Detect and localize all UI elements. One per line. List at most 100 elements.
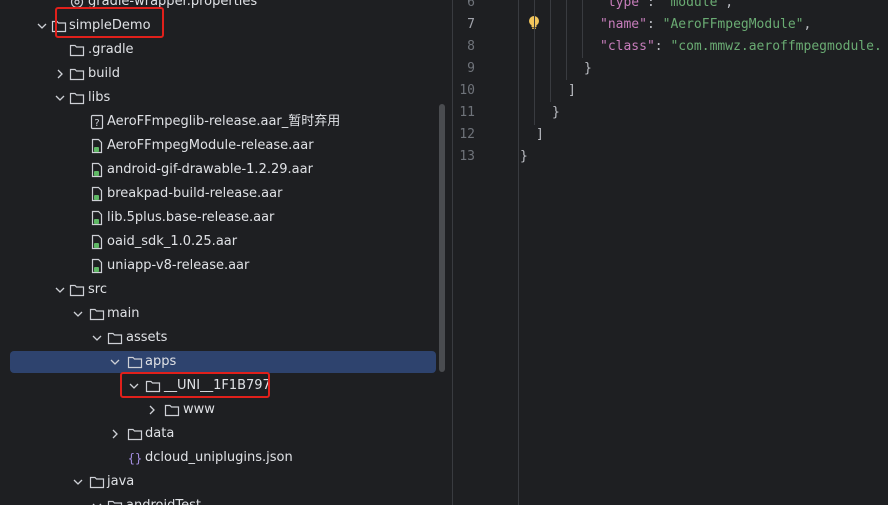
tree-scrollbar[interactable] — [439, 104, 445, 372]
tree-item-label: src — [88, 282, 107, 297]
archive-file-icon — [89, 234, 105, 250]
folder-icon — [69, 42, 85, 58]
indent-guide — [518, 165, 519, 505]
tree-item[interactable]: data — [0, 422, 447, 446]
code-token: "AeroFFmpegModule" — [662, 17, 804, 32]
tree-item-label: lib.5plus.base-release.aar — [107, 210, 275, 225]
tree-item[interactable]: build — [0, 62, 447, 86]
folder-icon — [69, 90, 85, 106]
folder-icon — [69, 282, 85, 298]
chevron-down-icon[interactable] — [90, 326, 104, 350]
tree-item[interactable]: android-gif-drawable-1.2.29.aar — [0, 158, 447, 182]
code-token: "class" — [600, 39, 655, 54]
archive-file-icon — [89, 186, 105, 202]
code-token: "com.mmwz.aeroffmpegmodule. — [670, 39, 882, 54]
chevron-right-icon[interactable] — [108, 422, 122, 446]
chevron-down-icon[interactable] — [71, 302, 85, 326]
code-line: ] — [568, 80, 576, 102]
folder-icon — [127, 354, 143, 370]
selection-highlight — [10, 351, 436, 373]
code-token: : — [646, 0, 663, 10]
code-token: } — [584, 61, 592, 76]
tree-item-label: androidTest — [126, 494, 201, 505]
tree-item[interactable]: oaid_sdk_1.0.25.aar — [0, 230, 447, 254]
tree-item[interactable]: apps — [0, 350, 447, 374]
tree-item[interactable]: java — [0, 470, 447, 494]
unknown-file-icon: ? — [89, 114, 105, 130]
tree-item[interactable]: {} dcloud_uniplugins.json — [0, 446, 447, 470]
tree-item-label: data — [145, 426, 175, 441]
tree-item-label: main — [107, 306, 140, 321]
tree-item[interactable]: main — [0, 302, 447, 326]
chevron-down-icon[interactable] — [35, 14, 49, 38]
line-number: 11 — [459, 105, 475, 120]
code-token: : — [654, 39, 671, 54]
code-token: } — [520, 149, 528, 164]
svg-text:{}: {} — [128, 452, 142, 466]
tree-item[interactable]: androidTest — [0, 494, 447, 505]
tree-item-label: breakpad-build-release.aar — [107, 186, 283, 201]
tree-item[interactable]: assets — [0, 326, 447, 350]
line-number: 8 — [467, 39, 475, 54]
folder-icon — [127, 426, 143, 442]
code-token: ] — [536, 127, 544, 142]
indent-guide — [534, 0, 535, 125]
chevron-right-icon[interactable] — [53, 62, 67, 86]
tree-item[interactable]: www — [0, 398, 447, 422]
tree-item[interactable]: AeroFFmpegModule-release.aar — [0, 134, 447, 158]
tree-item-label: AeroFFmpeglib-release.aar_暂时弃用 — [107, 114, 341, 129]
line-number: 13 — [459, 149, 475, 164]
tree-item[interactable]: libs — [0, 86, 447, 110]
folder-icon — [69, 66, 85, 82]
highlight-box-app-folder — [120, 372, 270, 398]
tree-item-label: apps — [145, 354, 177, 369]
code-line: "type": "module", — [600, 0, 733, 14]
line-number: 9 — [467, 61, 475, 76]
code-token: "name" — [600, 17, 647, 32]
code-token: , — [725, 0, 734, 10]
code-line: "name": "AeroFFmpegModule", — [600, 14, 811, 36]
tree-item-label: www — [183, 402, 215, 417]
code-token: "module" — [662, 0, 726, 10]
code-line: ] — [536, 124, 544, 146]
code-token: ] — [568, 83, 576, 98]
tree-item[interactable]: src — [0, 278, 447, 302]
tree-item[interactable]: lib.5plus.base-release.aar — [0, 206, 447, 230]
chevron-right-icon[interactable] — [145, 398, 159, 422]
chevron-down-icon[interactable] — [53, 278, 67, 302]
indent-guide — [566, 0, 567, 80]
tree-item-label: dcloud_uniplugins.json — [145, 450, 293, 465]
archive-file-icon — [89, 138, 105, 154]
line-number: 10 — [459, 83, 475, 98]
code-token: } — [552, 105, 560, 120]
tree-item[interactable]: breakpad-build-release.aar — [0, 182, 447, 206]
chevron-down-icon[interactable] — [53, 86, 67, 110]
tree-item-label: .gradle — [88, 42, 134, 57]
indent-guide — [582, 0, 583, 58]
tree-item-label: build — [88, 66, 120, 81]
svg-text:?: ? — [94, 118, 99, 129]
chevron-down-icon[interactable] — [71, 470, 85, 494]
indent-guide — [518, 0, 519, 165]
code-token: "type" — [600, 0, 647, 10]
tree-item[interactable]: .gradle — [0, 38, 447, 62]
folder-icon — [89, 306, 105, 322]
line-number: 7 — [467, 17, 475, 32]
archive-file-icon — [89, 210, 105, 226]
tree-item[interactable]: uniapp-v8-release.aar — [0, 254, 447, 278]
code-line: } — [520, 146, 528, 168]
tree-item[interactable]: ? AeroFFmpeglib-release.aar_暂时弃用 — [0, 110, 447, 134]
folder-icon — [107, 330, 123, 346]
line-number: 12 — [459, 127, 475, 142]
code-token: , — [803, 17, 812, 32]
indent-guide — [550, 0, 551, 102]
chevron-down-icon[interactable] — [90, 494, 104, 505]
code-editor[interactable]: 6 "type": "module", 7 "name": "AeroFFmpegMo… — [453, 0, 888, 505]
code-token: : — [646, 17, 663, 32]
project-tree-panel: gradle-wrapper.properties simpleDemo .grad… — [0, 0, 447, 505]
code-line: "class": "com.mmwz.aeroffmpegmodule. — [600, 36, 882, 58]
line-number: 6 — [467, 0, 475, 10]
tree-item-label: java — [107, 474, 135, 489]
archive-file-icon — [89, 162, 105, 178]
chevron-down-icon[interactable] — [108, 350, 122, 374]
